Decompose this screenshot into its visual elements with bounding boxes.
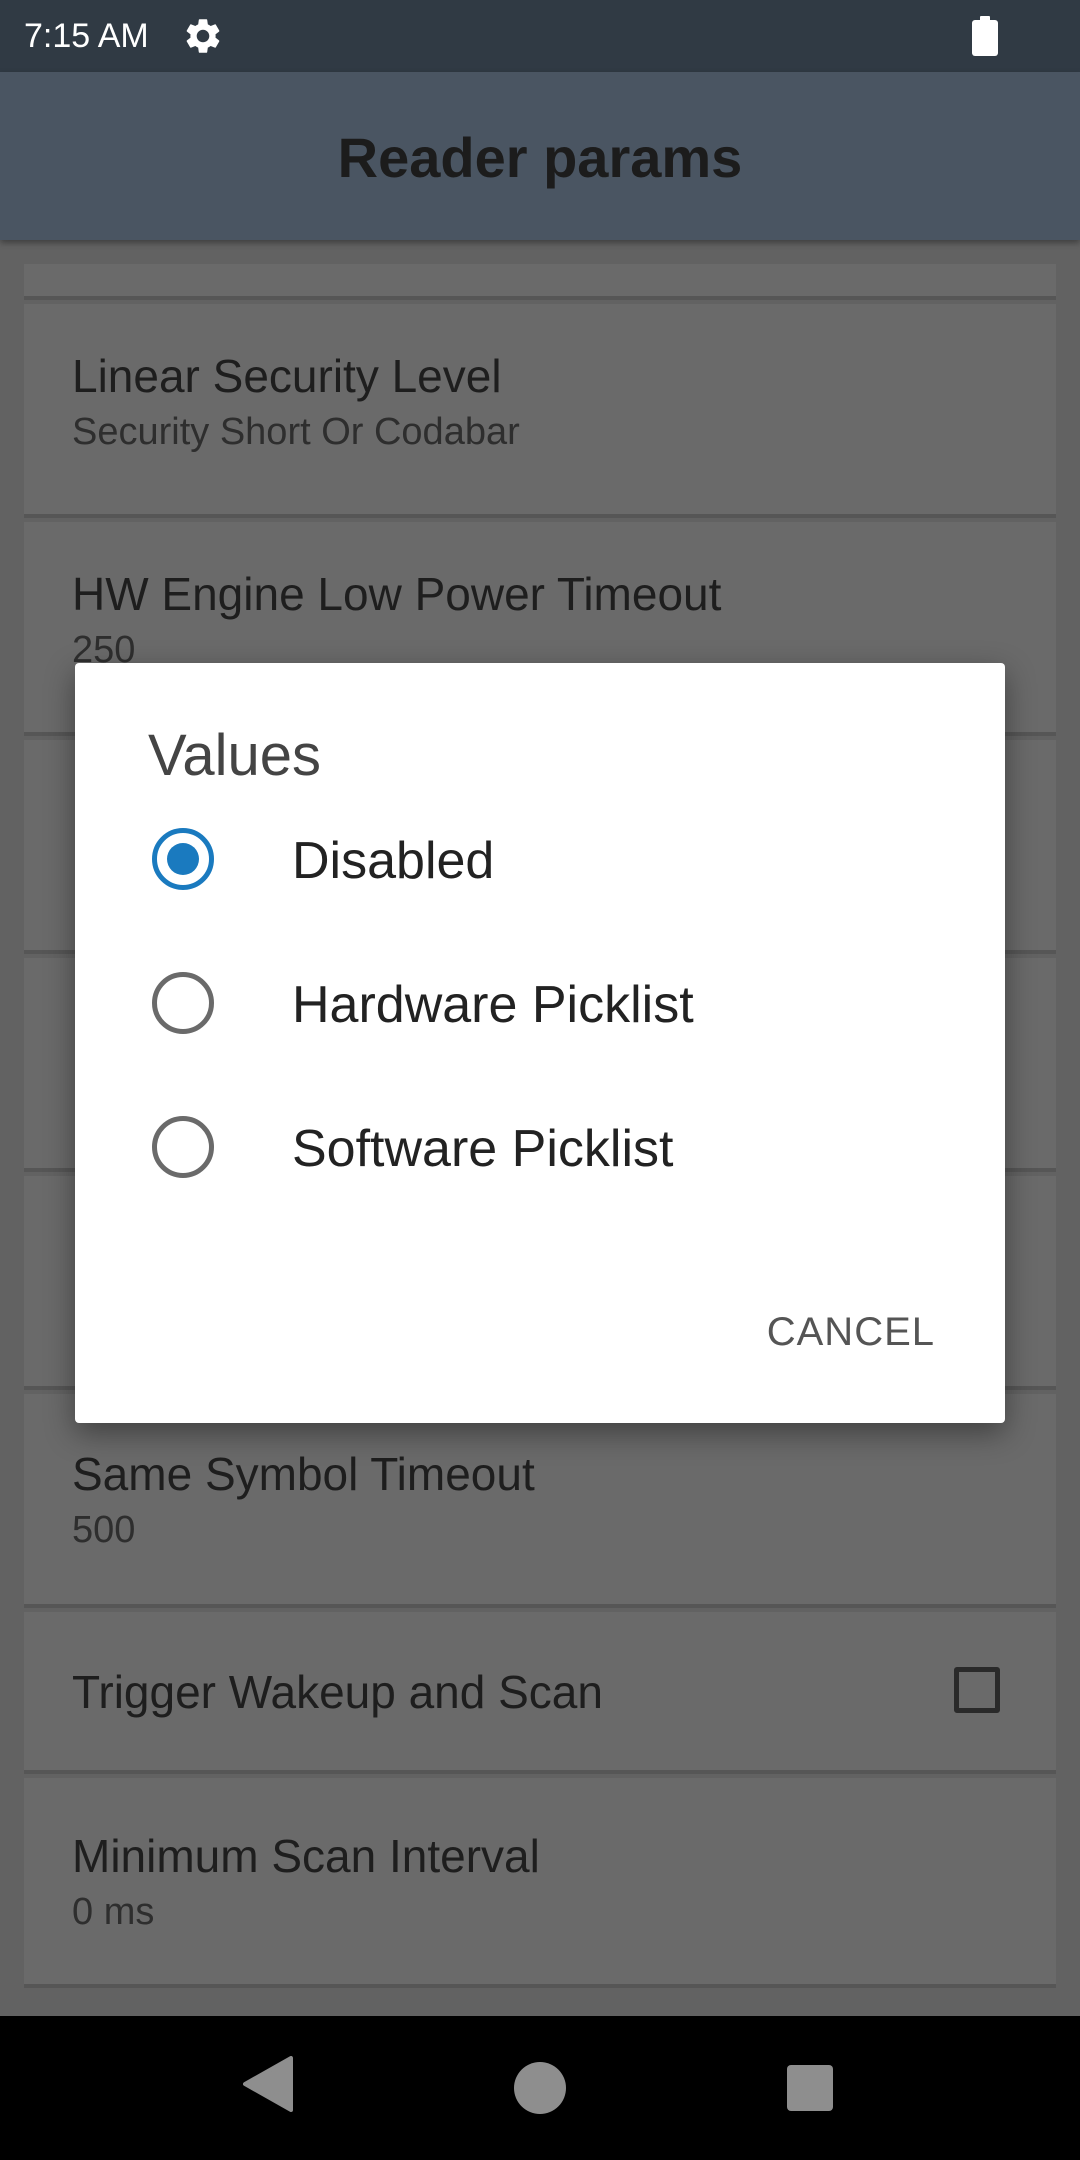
list-item[interactable]: Same Symbol Timeout 500 bbox=[24, 1394, 1056, 1608]
list-item-title: Same Symbol Timeout bbox=[72, 1448, 535, 1500]
option-label: Disabled bbox=[292, 832, 495, 890]
list-item[interactable]: Minimum Scan Interval 0 ms bbox=[24, 1778, 1056, 1988]
radio-unselected-icon[interactable] bbox=[152, 972, 214, 1034]
list-item-title: Minimum Scan Interval bbox=[72, 1830, 540, 1882]
option-label: Software Picklist bbox=[292, 1120, 674, 1178]
page-title: Reader params bbox=[337, 126, 743, 189]
battery-icon bbox=[972, 16, 998, 56]
option-label: Hardware Picklist bbox=[292, 976, 694, 1034]
home-icon[interactable] bbox=[514, 2062, 566, 2114]
recents-icon[interactable] bbox=[787, 2065, 833, 2111]
status-time: 7:15 AM bbox=[24, 17, 149, 55]
dialog-title: Values bbox=[148, 723, 322, 788]
back-icon[interactable] bbox=[243, 2056, 293, 2112]
list-item-subtitle: Security Short Or Codabar bbox=[72, 411, 520, 453]
cancel-button[interactable]: CANCEL bbox=[767, 1308, 935, 1356]
list-item-title: Trigger Wakeup and Scan bbox=[72, 1666, 603, 1718]
option-software-picklist[interactable]: Software Picklist bbox=[75, 1077, 1005, 1217]
list-item[interactable]: Linear Security Level Security Short Or … bbox=[24, 304, 1056, 518]
option-disabled[interactable]: Disabled bbox=[75, 789, 1005, 929]
list-item-partial[interactable] bbox=[24, 264, 1056, 300]
option-hardware-picklist[interactable]: Hardware Picklist bbox=[75, 933, 1005, 1073]
radio-unselected-icon[interactable] bbox=[152, 1116, 214, 1178]
gear-icon bbox=[186, 19, 220, 53]
radio-selected-icon[interactable] bbox=[152, 828, 214, 890]
app-bar: Reader params bbox=[0, 72, 1080, 240]
list-item[interactable]: Trigger Wakeup and Scan bbox=[24, 1612, 1056, 1774]
status-bar: 7:15 AM bbox=[0, 0, 1080, 72]
list-item-title: HW Engine Low Power Timeout bbox=[72, 568, 722, 620]
values-dialog: Values Disabled Hardware Picklist Softwa… bbox=[75, 663, 1005, 1423]
wakeup-checkbox[interactable] bbox=[954, 1667, 1000, 1713]
navigation-bar bbox=[0, 2016, 1080, 2160]
list-item-subtitle: 0 ms bbox=[72, 1891, 155, 1933]
list-item-title: Linear Security Level bbox=[72, 350, 502, 402]
list-item-subtitle: 500 bbox=[72, 1509, 136, 1551]
